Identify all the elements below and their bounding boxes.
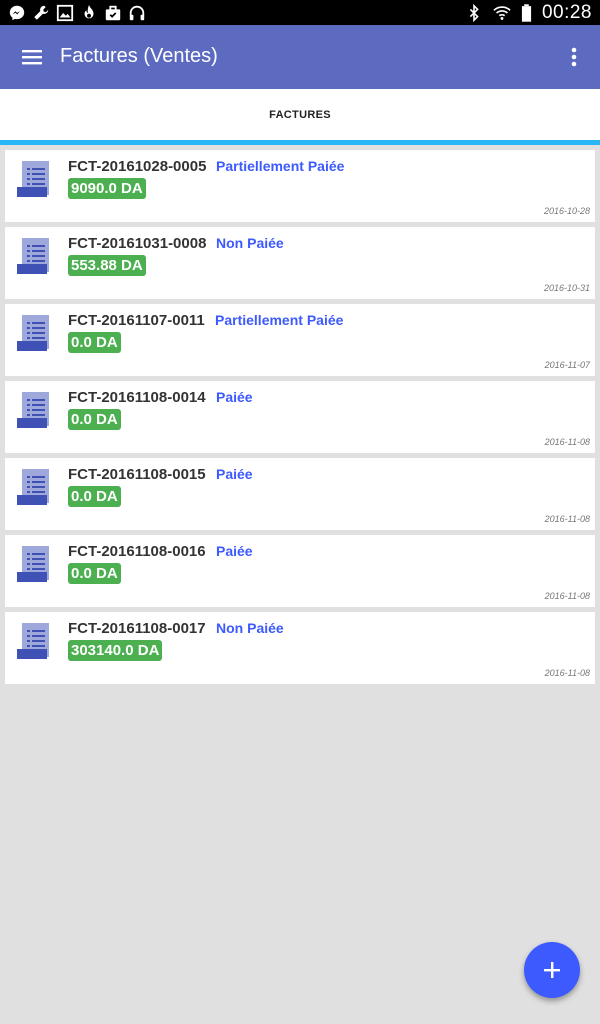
invoice-date: 2016-11-08 (544, 668, 590, 678)
invoice-date: 2016-10-28 (543, 206, 590, 216)
invoice-date: 2016-10-31 (543, 283, 590, 293)
tab-label: FACTURES (269, 108, 331, 121)
invoice-amount-badge: 553.88 DA (68, 255, 146, 276)
plus-icon (544, 962, 560, 978)
invoice-card[interactable]: FCT-20161107-0011 Partiellement Paiée 0.… (5, 304, 595, 376)
bluetooth-icon (469, 4, 479, 22)
app-bar: Factures (Ventes) (0, 25, 600, 89)
tab-factures[interactable]: FACTURES (0, 89, 600, 140)
add-invoice-button[interactable] (524, 942, 580, 998)
hamburger-menu-icon[interactable] (14, 39, 50, 75)
battery-icon (521, 4, 532, 22)
invoice-number: FCT-20161028-0005 (68, 158, 207, 175)
invoice-number: FCT-20161108-0016 (68, 543, 206, 560)
tab-indicator (0, 140, 600, 145)
invoice-number: FCT-20161108-0014 (68, 389, 206, 406)
invoice-document-icon (17, 238, 49, 274)
messenger-icon (9, 5, 25, 21)
wifi-icon (493, 6, 511, 20)
invoice-status: Partiellement Paiée (216, 158, 345, 174)
invoice-amount-badge: 9090.0 DA (68, 178, 146, 199)
invoice-card[interactable]: FCT-20161028-0005 Partiellement Paiée 90… (5, 150, 595, 222)
invoice-number: FCT-20161031-0008 (68, 235, 207, 252)
invoice-card[interactable]: FCT-20161108-0016 Paiée 0.0 DA 2016-11-0… (5, 535, 595, 607)
invoice-status: Non Paiée (216, 620, 284, 636)
invoice-status: Paiée (216, 543, 253, 559)
invoice-document-icon (17, 623, 49, 659)
invoice-amount-badge: 0.0 DA (68, 409, 121, 430)
invoice-list: FCT-20161028-0005 Partiellement Paiée 90… (5, 150, 595, 689)
invoice-document-icon (17, 392, 49, 428)
invoice-amount-badge: 303140.0 DA (68, 640, 163, 661)
flame-icon (84, 4, 94, 19)
invoice-amount-badge: 0.0 DA (68, 332, 121, 353)
invoice-document-icon (17, 546, 49, 582)
briefcase-icon (105, 5, 121, 21)
invoice-status: Paiée (216, 466, 253, 482)
invoice-status: Partiellement Paiée (215, 312, 344, 328)
tab-bar: FACTURES (0, 89, 600, 145)
invoice-status: Paiée (216, 389, 253, 405)
invoice-amount-badge: 0.0 DA (68, 486, 121, 507)
more-vert-icon[interactable] (556, 39, 592, 75)
page-title: Factures (Ventes) (60, 45, 218, 67)
status-system: 00:28 (465, 2, 592, 24)
invoice-date: 2016-11-08 (544, 514, 590, 524)
status-bar: 00:28 (0, 0, 600, 25)
invoice-date: 2016-11-08 (544, 437, 590, 447)
invoice-date: 2016-11-07 (544, 360, 590, 370)
clock: 00:28 (541, 2, 592, 23)
invoice-date: 2016-11-08 (544, 591, 590, 601)
invoice-card[interactable]: FCT-20161031-0008 Non Paiée 553.88 DA 20… (5, 227, 595, 299)
invoice-document-icon (17, 469, 49, 505)
status-notifications (8, 3, 146, 23)
invoice-number: FCT-20161107-0011 (68, 312, 205, 329)
invoice-document-icon (17, 315, 49, 351)
invoice-number: FCT-20161108-0015 (68, 466, 206, 483)
invoice-document-icon (17, 161, 49, 197)
invoice-amount-badge: 0.0 DA (68, 563, 121, 584)
headphones-icon (129, 5, 145, 21)
wrench-icon (34, 5, 49, 20)
image-icon (56, 4, 74, 22)
invoice-status: Non Paiée (216, 235, 284, 251)
invoice-number: FCT-20161108-0017 (68, 620, 206, 637)
invoice-card[interactable]: FCT-20161108-0015 Paiée 0.0 DA 2016-11-0… (5, 458, 595, 530)
invoice-card[interactable]: FCT-20161108-0017 Non Paiée 303140.0 DA … (5, 612, 595, 684)
invoice-card[interactable]: FCT-20161108-0014 Paiée 0.0 DA 2016-11-0… (5, 381, 595, 453)
